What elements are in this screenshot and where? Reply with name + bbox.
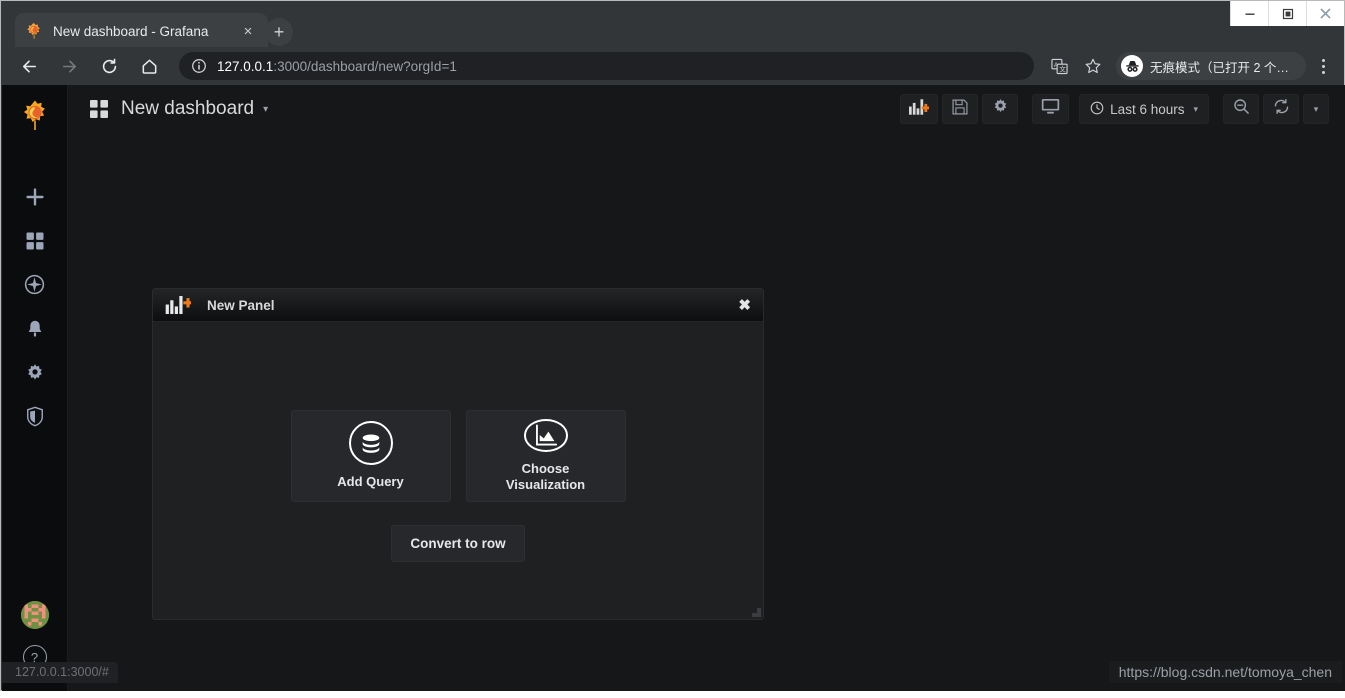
topnav-actions: [896, 94, 1019, 124]
time-range-picker[interactable]: Last 6 hours ▾: [1079, 94, 1209, 124]
zoom-out-button[interactable]: [1223, 94, 1259, 124]
panel-action-cards: Add Query Choose Visualization: [290, 410, 626, 502]
compass-icon: [24, 274, 45, 300]
address-bar-host: 127.0.0.1: [217, 58, 274, 74]
magnifier-minus-icon: [1233, 98, 1250, 120]
refresh-button[interactable]: [1263, 94, 1299, 124]
add-query-label: Add Query: [337, 474, 404, 490]
add-panel-icon: [909, 98, 931, 120]
avatar[interactable]: [20, 601, 49, 629]
new-tab-button[interactable]: +: [265, 18, 293, 46]
add-panel-button[interactable]: [900, 94, 939, 124]
bookmark-star-icon[interactable]: [1080, 53, 1106, 79]
window-controls: [1230, 1, 1344, 27]
window-close-button[interactable]: [1306, 1, 1344, 26]
page-title: New dashboard: [121, 98, 255, 119]
window-maximize-button[interactable]: [1268, 1, 1306, 26]
sidebar-item-dashboards[interactable]: [2, 221, 68, 265]
panel-body: Add Query Choose Visualization Convert t…: [153, 322, 763, 620]
view-mode-group: [1028, 94, 1070, 124]
panel-resize-handle[interactable]: [751, 607, 761, 617]
clock-icon: [1090, 101, 1104, 118]
forward-button[interactable]: [54, 51, 84, 81]
back-button[interactable]: [14, 51, 44, 81]
choose-visualization-card[interactable]: Choose Visualization: [465, 410, 626, 502]
shield-icon: [25, 406, 45, 432]
graph-area-icon: [523, 419, 568, 452]
apps-grid-icon: [25, 231, 45, 256]
incognito-avatar-icon: [1121, 55, 1143, 77]
incognito-label: 无痕模式（已打开 2 个窗口…: [1150, 60, 1294, 75]
monitor-icon: [1041, 98, 1060, 120]
chevron-down-icon: ▾: [1193, 103, 1198, 114]
time-controls-group: ▾: [1219, 94, 1329, 124]
chevron-down-icon[interactable]: ▾: [263, 104, 268, 115]
grafana-main: New dashboard ▾ Last 6 hours ▾ ▾ New Pan…: [68, 85, 1345, 691]
browser-window: New dashboard - Grafana × + 127.0.0.1:3…: [0, 0, 1345, 691]
gear-icon: [992, 98, 1009, 120]
grafana-app: ? New dashboard ▾ Last 6 hours ▾ ▾ New P…: [2, 85, 1345, 691]
chrome-menu-icon[interactable]: [1310, 53, 1336, 79]
dashboard-panel: New Panel ✖ Add Query Choose Visualizati…: [152, 288, 764, 620]
home-button[interactable]: [134, 51, 164, 81]
plus-icon: [25, 187, 45, 212]
address-bar[interactable]: 127.0.0.1:3000/dashboard/new?orgId=1: [179, 52, 1034, 80]
bell-icon: [25, 319, 45, 344]
convert-to-row-button[interactable]: Convert to row: [391, 525, 525, 562]
save-floppy-icon: [952, 98, 968, 120]
tab-title: New dashboard - Grafana: [53, 23, 209, 39]
add-panel-icon: [165, 296, 193, 314]
sidebar-item-alerting[interactable]: [2, 309, 68, 353]
incognito-indicator[interactable]: 无痕模式（已打开 2 个窗口…: [1116, 52, 1306, 80]
grafana-favicon: [25, 22, 43, 40]
reload-button[interactable]: [94, 51, 124, 81]
panel-header[interactable]: New Panel ✖: [153, 289, 763, 322]
time-range-label: Last 6 hours: [1110, 101, 1185, 117]
translate-icon[interactable]: A 文: [1046, 53, 1072, 79]
refresh-cycle-icon: [1273, 98, 1290, 120]
sidebar-item-create[interactable]: [2, 177, 68, 221]
refresh-interval-dropdown[interactable]: ▾: [1303, 94, 1329, 124]
choose-visualization-label: Choose Visualization: [505, 460, 586, 492]
sidebar-item-configuration[interactable]: [2, 353, 68, 397]
dashboard-grid-icon: [90, 100, 108, 118]
browser-tab[interactable]: New dashboard - Grafana ×: [15, 13, 268, 49]
dashboard-topnav: New dashboard ▾ Last 6 hours ▾ ▾: [68, 85, 1345, 133]
tab-close-icon[interactable]: ×: [238, 21, 258, 41]
dashboard-settings-button[interactable]: [982, 94, 1019, 124]
site-info-icon[interactable]: [191, 58, 207, 74]
save-dashboard-button[interactable]: [942, 94, 979, 124]
cycle-view-mode-button[interactable]: [1032, 94, 1070, 124]
gear-icon: [25, 363, 45, 388]
panel-close-icon[interactable]: ✖: [738, 298, 751, 313]
sidebar-item-explore[interactable]: [2, 265, 68, 309]
address-bar-path: :3000/dashboard/new?orgId=1: [273, 58, 457, 74]
panel-title: New Panel: [207, 297, 275, 313]
grafana-logo[interactable]: [18, 99, 52, 133]
tab-strip: New dashboard - Grafana × +: [1, 1, 1344, 49]
window-minimize-button[interactable]: [1230, 1, 1268, 26]
svg-text:文: 文: [1059, 64, 1066, 73]
database-icon: [348, 421, 393, 466]
add-query-card[interactable]: Add Query: [290, 410, 451, 502]
sidebar-item-server-admin[interactable]: [2, 397, 68, 441]
dashboard-canvas: New Panel ✖ Add Query Choose Visualizati…: [68, 133, 1345, 691]
grafana-sidebar: ?: [2, 85, 68, 691]
watermark: https://blog.csdn.net/tomoya_chen: [1108, 661, 1342, 683]
browser-toolbar: 127.0.0.1:3000/dashboard/new?orgId=1 A 文: [1, 47, 1344, 85]
status-bubble: 127.0.0.1:3000/#: [2, 662, 118, 683]
